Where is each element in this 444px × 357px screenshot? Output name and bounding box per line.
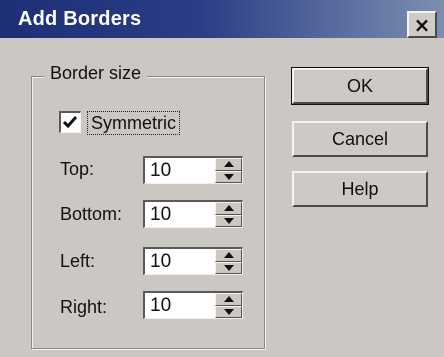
bottom-spin-buttons (215, 202, 242, 227)
group-legend: Border size (44, 63, 148, 84)
bottom-spinbox[interactable]: 10 (143, 200, 243, 228)
dialog-title: Add Borders (18, 8, 142, 30)
right-spin-up[interactable] (215, 293, 242, 306)
arrow-up-icon (223, 296, 234, 303)
top-label: Top: (60, 159, 95, 179)
left-spin-buttons (215, 249, 242, 274)
cancel-button[interactable]: Cancel (292, 121, 428, 157)
symmetric-checkbox[interactable] (59, 111, 81, 133)
bottom-spin-down[interactable] (215, 214, 242, 227)
close-button[interactable]: × (407, 11, 437, 38)
ok-button[interactable]: OK (291, 67, 429, 105)
right-spin-down[interactable] (215, 305, 242, 318)
arrow-down-icon (223, 217, 234, 224)
top-value[interactable]: 10 (150, 160, 171, 182)
symmetric-label[interactable]: Symmetric (87, 111, 180, 135)
add-borders-dialog: Add Borders × Border size Symmetric Top:… (0, 0, 444, 357)
right-spinbox[interactable]: 10 (143, 291, 243, 319)
left-spinbox[interactable]: 10 (143, 247, 243, 275)
checkmark-icon (62, 116, 78, 129)
top-spin-down[interactable] (215, 170, 242, 183)
left-spin-up[interactable] (215, 249, 242, 262)
top-spin-up[interactable] (215, 158, 242, 171)
left-value[interactable]: 10 (150, 251, 171, 273)
arrow-up-icon (223, 205, 234, 212)
bottom-spin-up[interactable] (215, 202, 242, 215)
arrow-up-icon (223, 161, 234, 168)
title-bar[interactable]: Add Borders × (0, 0, 444, 38)
right-value[interactable]: 10 (150, 295, 171, 317)
right-spin-buttons (215, 293, 242, 318)
arrow-down-icon (223, 264, 234, 271)
arrow-down-icon (223, 173, 234, 180)
arrow-up-icon (223, 252, 234, 259)
close-icon: × (413, 12, 431, 37)
left-label: Left: (60, 251, 96, 271)
bottom-label: Bottom: (60, 204, 123, 224)
bottom-value[interactable]: 10 (150, 204, 171, 226)
top-spinbox[interactable]: 10 (143, 156, 243, 184)
left-spin-down[interactable] (215, 261, 242, 274)
help-button[interactable]: Help (292, 171, 428, 207)
top-spin-buttons (215, 158, 242, 183)
right-label: Right: (60, 297, 108, 317)
arrow-down-icon (223, 308, 234, 315)
